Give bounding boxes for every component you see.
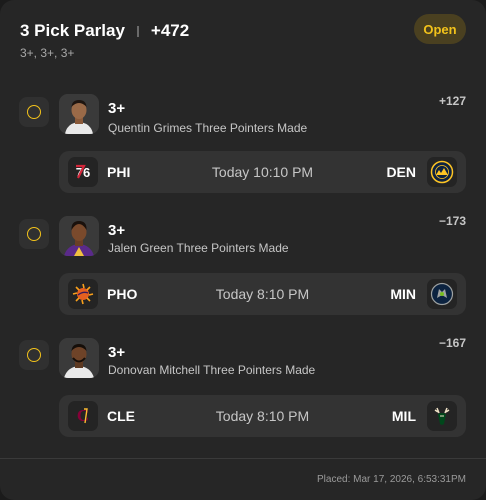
player-avatar	[59, 216, 99, 256]
radio-circle-icon	[27, 227, 41, 241]
player-avatar	[59, 338, 99, 378]
pick-radio-button[interactable]	[19, 219, 49, 249]
pick-description: Quentin Grimes Three Pointers Made	[108, 121, 308, 135]
pick-odds: −167	[438, 336, 466, 350]
pick-odds: +127	[438, 94, 466, 108]
timberwolves-logo-icon	[427, 279, 457, 309]
bucks-logo-icon	[427, 401, 457, 431]
pick-description: Jalen Green Three Pointers Made	[108, 241, 289, 255]
player-avatar	[59, 94, 99, 134]
pick-description: Donovan Mitchell Three Pointers Made	[108, 363, 316, 377]
parlay-title: 3 Pick Parlay	[20, 21, 125, 40]
home-team: MIL	[391, 408, 416, 424]
game-row: C CLE Today 8:10 PM MIL	[59, 395, 466, 437]
pick-odds: −173	[438, 214, 466, 228]
home-team: MIN	[390, 286, 416, 302]
parlay-header: 3 Pick Parlay +472 3+, 3+, 3+ Open	[20, 14, 466, 60]
home-team: DEN	[386, 164, 416, 180]
status-badge: Open	[414, 14, 466, 44]
game-row: PHO Today 8:10 PM MIN	[59, 273, 466, 315]
placed-timestamp: Placed: Mar 17, 2026, 6:53:31PM	[317, 474, 466, 485]
pick-value: 3+	[108, 222, 126, 239]
footer-divider	[0, 458, 486, 459]
radio-circle-icon	[27, 348, 41, 362]
title-divider	[136, 25, 139, 37]
title-row: 3 Pick Parlay +472	[20, 20, 466, 42]
parlay-subtitle: 3+, 3+, 3+	[20, 46, 75, 60]
parlay-total-odds: +472	[150, 21, 190, 40]
radio-circle-icon	[27, 105, 41, 119]
pick-radio-button[interactable]	[19, 340, 49, 370]
pick-value: 3+	[108, 344, 126, 361]
nuggets-logo-icon	[427, 157, 457, 187]
pick-value: 3+	[108, 100, 126, 117]
pick-radio-button[interactable]	[19, 97, 49, 127]
parlay-card: 3 Pick Parlay +472 3+, 3+, 3+ Open 3+ Qu…	[0, 0, 486, 500]
game-row: 76 PHI Today 10:10 PM DEN	[59, 151, 466, 193]
